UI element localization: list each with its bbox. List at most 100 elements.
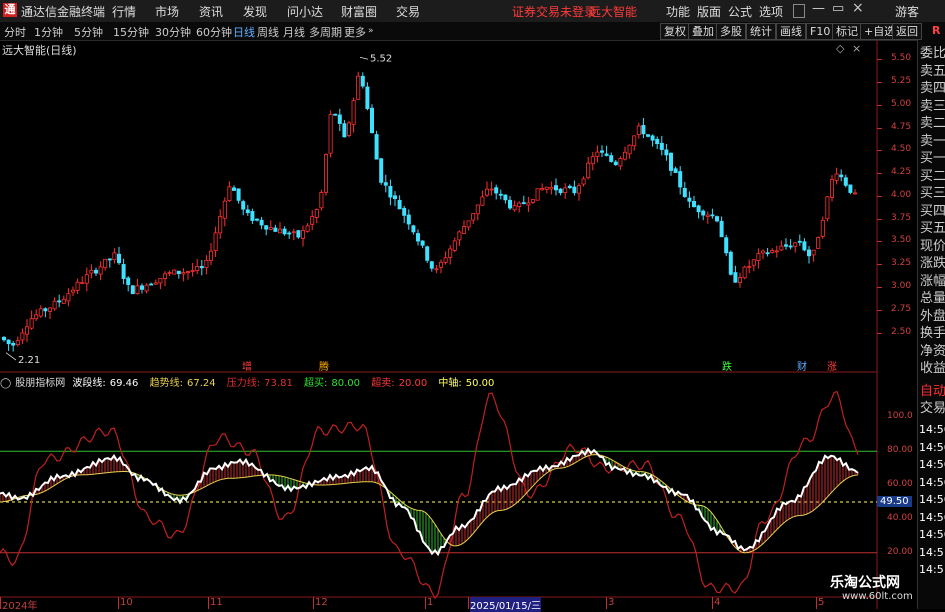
candle-body [457, 231, 462, 241]
candle-body [213, 232, 218, 251]
period-30min[interactable]: 30分钟 [155, 24, 191, 40]
candle-body [420, 240, 425, 246]
menu-faxian[interactable]: 发现 [243, 3, 267, 20]
candle-body [650, 135, 655, 141]
candle-body [48, 307, 53, 312]
biaoji-button[interactable]: 标记 [832, 23, 862, 40]
candle-body [300, 230, 305, 239]
candle-body [52, 300, 57, 310]
trade-login-status[interactable]: 证券交易未登录 [512, 3, 596, 20]
candle-body [15, 340, 20, 345]
quote-label: 收益 [920, 361, 945, 376]
period-monthly[interactable]: 月线 [283, 24, 305, 40]
period-more[interactable]: 更多 [344, 24, 366, 40]
candle-body [742, 266, 747, 279]
candle-body [34, 314, 39, 320]
period-60min[interactable]: 60分钟 [196, 24, 232, 40]
menu-xuanxiang[interactable]: 选项 [759, 3, 783, 20]
quote-label: 净资 [920, 343, 945, 359]
guest-label[interactable]: 游客 [895, 3, 919, 20]
candle-body [646, 134, 651, 137]
minimize-icon[interactable]: — [812, 1, 825, 16]
candle-body [554, 185, 559, 191]
quote-label: 总量 [920, 291, 945, 306]
candle-body [126, 277, 131, 285]
candle-body [811, 249, 816, 256]
candle-body [84, 274, 89, 284]
candle-body [728, 251, 733, 275]
candle-body [282, 228, 287, 235]
candle-body [250, 211, 255, 221]
auto-mode-label[interactable]: 自动 [920, 385, 945, 399]
candle-body [2, 336, 7, 341]
indicator-tick: 100.0 [887, 411, 913, 422]
menu-caifuquan[interactable]: 财富圈 [341, 3, 377, 20]
more-chevron-icon[interactable]: » [368, 26, 374, 36]
menu-banmian[interactable]: 版面 [697, 3, 721, 20]
menu-wenxiaoda[interactable]: 问小达 [287, 3, 323, 20]
menu-gongshi[interactable]: 公式 [728, 3, 752, 20]
phone-icon[interactable] [793, 4, 805, 18]
period-weekly[interactable]: 周线 [257, 24, 279, 40]
period-fenshi[interactable]: 分时 [4, 24, 26, 40]
duogu-button[interactable]: 多股 [716, 23, 746, 40]
candle-body [57, 300, 62, 303]
qushi-label: 趋势线: [149, 378, 183, 389]
date-tick: 3 [608, 597, 615, 608]
date-tick-mark [208, 597, 209, 609]
menu-zixun[interactable]: 资讯 [199, 3, 223, 20]
candle-body [310, 216, 315, 225]
max-price-label: 5.52 [370, 53, 392, 64]
trade-tab[interactable]: 交易 [920, 402, 945, 416]
date-tick: 2024年 [2, 601, 38, 612]
tongji-button[interactable]: 统计 [746, 23, 776, 40]
fuquan-button[interactable]: 复权 [660, 23, 690, 40]
period-multi[interactable]: 多周期 [309, 24, 342, 40]
ind-chevron-icon[interactable]: ◯ [0, 378, 11, 389]
indicator-tick: 40.00 [887, 512, 913, 523]
menu-shichang[interactable]: 市场 [155, 3, 179, 20]
candle-body [365, 86, 370, 109]
date-tick: 12 [315, 597, 328, 608]
period-5min[interactable]: 5分钟 [74, 24, 103, 40]
candle-body [719, 220, 724, 238]
price-tick-mark [877, 104, 882, 106]
candle-body [337, 114, 342, 124]
menu-gongneng[interactable]: 功能 [666, 3, 690, 20]
candle-body [793, 242, 798, 247]
yali-value: 73.81 [264, 378, 293, 389]
back-button[interactable]: 返回 [892, 23, 922, 40]
period-15min[interactable]: 15分钟 [113, 24, 149, 40]
candle-body [397, 199, 402, 210]
close-icon[interactable]: × [852, 0, 864, 16]
candle-body [402, 207, 407, 216]
price-tick: 4.50 [891, 144, 912, 155]
candle-body [323, 153, 328, 193]
period-1min[interactable]: 1分钟 [34, 24, 63, 40]
price-tick-mark [877, 241, 882, 243]
tick-time: 14:56 [919, 510, 945, 524]
candle-body [779, 245, 784, 251]
quote-label: 买一 [920, 151, 945, 166]
diejia-button[interactable]: 叠加 [688, 23, 718, 40]
candle-body [172, 269, 177, 275]
menu-hangqing[interactable]: 行情 [112, 3, 136, 20]
candle-body [710, 214, 715, 217]
indicator-name[interactable]: 股朋指标网 [15, 378, 65, 389]
menu-jiaoyi[interactable]: 交易 [396, 3, 420, 20]
restore-icon[interactable]: ▭ [832, 1, 844, 16]
candle-body [816, 237, 821, 249]
period-daily[interactable]: 日线 [233, 24, 255, 40]
price-tick: 3.75 [891, 212, 912, 223]
f10-button[interactable]: F10 [806, 23, 835, 40]
price-tick-mark [877, 173, 882, 175]
r-badge-icon[interactable]: R [932, 24, 940, 37]
huaxian-button[interactable]: 画线 [776, 23, 806, 40]
indicator-legend: ◯ 股朋指标网 波段线: 69.46 趋势线: 67.24 压力线: 73.81 超买:… [0, 374, 502, 389]
candle-body [618, 158, 623, 167]
candle-body [724, 237, 729, 254]
candle-body [567, 185, 572, 189]
candle-body [167, 272, 172, 274]
kline-chart[interactable]: 5.52 2.21 增 腾 跌 财 涨 [0, 40, 917, 609]
candle-body [443, 257, 448, 263]
